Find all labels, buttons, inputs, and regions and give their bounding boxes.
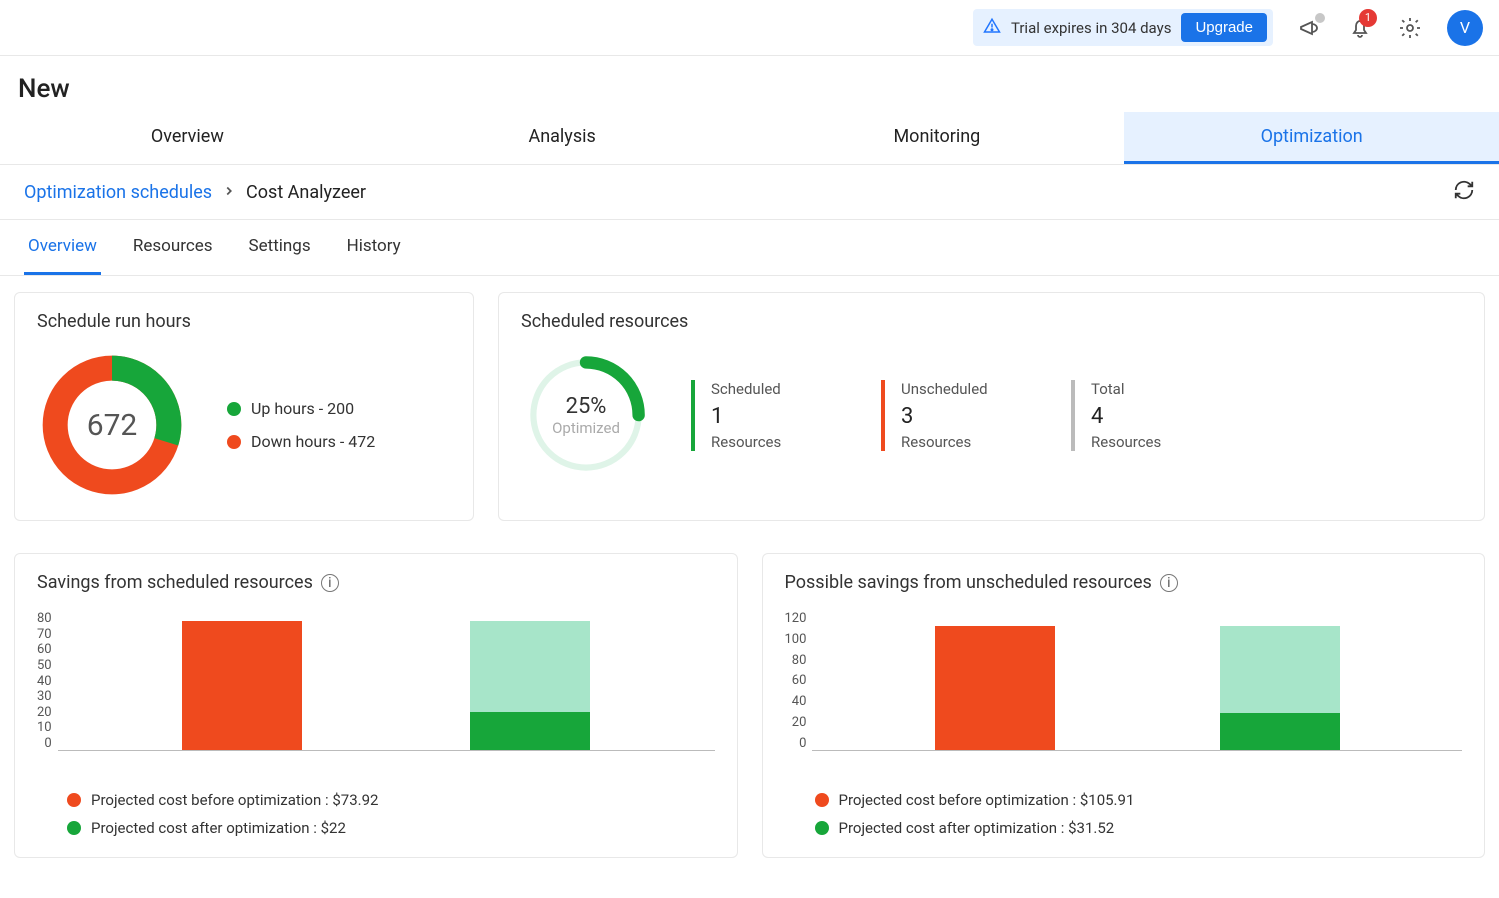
y-axis: 80706050403020100 bbox=[37, 611, 58, 751]
savings-unscheduled-title-text: Possible savings from unscheduled resour… bbox=[785, 572, 1152, 593]
savings-unscheduled-title: Possible savings from unscheduled resour… bbox=[785, 572, 1463, 593]
swatch-green-icon bbox=[227, 402, 241, 416]
stat-total-unit: Resources bbox=[1091, 433, 1221, 451]
bar-seg-after bbox=[470, 712, 590, 750]
savings-scheduled-title: Savings from scheduled resources i bbox=[37, 572, 715, 593]
bar-seg-savings bbox=[1220, 626, 1340, 713]
stat-scheduled-unit: Resources bbox=[711, 433, 841, 451]
legend-up-hours: Up hours - 200 bbox=[227, 399, 375, 418]
notifications-badge: 1 bbox=[1359, 9, 1377, 27]
stat-total: Total 4 Resources bbox=[1071, 380, 1221, 451]
run-hours-title: Schedule run hours bbox=[37, 311, 451, 332]
upgrade-button[interactable]: Upgrade bbox=[1181, 13, 1267, 42]
legend-after-text: Projected cost after optimization : $31.… bbox=[839, 819, 1115, 837]
subtab-overview[interactable]: Overview bbox=[24, 220, 101, 275]
trial-banner: Trial expires in 304 days Upgrade bbox=[973, 9, 1273, 46]
savings-scheduled-title-text: Savings from scheduled resources bbox=[37, 572, 313, 593]
swatch-orange-icon bbox=[67, 793, 81, 807]
run-hours-donut: 672 bbox=[37, 350, 187, 500]
cards-row-1: Schedule run hours 672 Up hours - 200 Do… bbox=[0, 276, 1499, 537]
stat-unscheduled-value: 3 bbox=[901, 404, 1031, 429]
breadcrumb-current: Cost Analyzeer bbox=[246, 182, 366, 203]
cards-row-2: Savings from scheduled resources i 80706… bbox=[0, 537, 1499, 874]
announcements-dot bbox=[1315, 13, 1325, 23]
scheduled-resources-card: Scheduled resources 25% Optimized Schedu… bbox=[498, 292, 1485, 521]
bar-seg-before bbox=[182, 621, 302, 750]
legend-before-text: Projected cost before optimization : $73… bbox=[91, 791, 378, 809]
legend-down-hours: Down hours - 472 bbox=[227, 432, 375, 451]
tab-analysis[interactable]: Analysis bbox=[375, 112, 750, 164]
bar-before bbox=[182, 621, 302, 750]
info-icon[interactable]: i bbox=[1160, 574, 1178, 592]
legend-after: Projected cost after optimization : $22 bbox=[67, 819, 715, 837]
gauge-percent: 25% bbox=[566, 394, 607, 419]
bar-after bbox=[1220, 626, 1340, 750]
bar-before bbox=[935, 626, 1055, 750]
settings-icon[interactable] bbox=[1397, 15, 1423, 41]
breadcrumb-row: Optimization schedules Cost Analyzeer bbox=[0, 165, 1499, 220]
trial-text: Trial expires in 304 days bbox=[1011, 19, 1172, 37]
bar-seg-before bbox=[935, 626, 1055, 750]
tab-optimization[interactable]: Optimization bbox=[1124, 112, 1499, 164]
legend-up-label: Up hours - 200 bbox=[251, 399, 354, 418]
avatar[interactable]: V bbox=[1447, 10, 1483, 46]
y-axis: 120100806040200 bbox=[785, 611, 813, 751]
tab-overview[interactable]: Overview bbox=[0, 112, 375, 164]
page-title: New bbox=[18, 74, 1481, 104]
notifications-icon[interactable]: 1 bbox=[1347, 15, 1373, 41]
scheduled-title: Scheduled resources bbox=[521, 311, 1462, 332]
legend-before: Projected cost before optimization : $73… bbox=[67, 791, 715, 809]
main-tabs: Overview Analysis Monitoring Optimizatio… bbox=[0, 112, 1499, 165]
legend-before: Projected cost before optimization : $10… bbox=[815, 791, 1463, 809]
stat-total-label: Total bbox=[1091, 380, 1221, 398]
run-hours-legend: Up hours - 200 Down hours - 472 bbox=[227, 399, 375, 451]
savings-scheduled-card: Savings from scheduled resources i 80706… bbox=[14, 553, 738, 858]
bar-seg-after bbox=[1220, 713, 1340, 750]
swatch-orange-icon bbox=[227, 435, 241, 449]
sub-tabs: Overview Resources Settings History bbox=[0, 220, 1499, 276]
legend-down-label: Down hours - 472 bbox=[251, 432, 375, 451]
plot-area bbox=[812, 611, 1462, 751]
page-header: New bbox=[0, 56, 1499, 112]
stat-unscheduled: Unscheduled 3 Resources bbox=[881, 380, 1031, 451]
stat-scheduled-value: 1 bbox=[711, 404, 841, 429]
savings-scheduled-legend: Projected cost before optimization : $73… bbox=[37, 791, 715, 837]
savings-unscheduled-legend: Projected cost before optimization : $10… bbox=[785, 791, 1463, 837]
subtab-history[interactable]: History bbox=[343, 220, 405, 275]
stat-total-value: 4 bbox=[1091, 404, 1221, 429]
breadcrumb-parent[interactable]: Optimization schedules bbox=[24, 182, 212, 203]
stat-scheduled: Scheduled 1 Resources bbox=[691, 380, 841, 451]
tab-monitoring[interactable]: Monitoring bbox=[750, 112, 1125, 164]
run-hours-total: 672 bbox=[37, 350, 187, 500]
chevron-right-icon bbox=[222, 182, 236, 203]
savings-unscheduled-chart: 120100806040200 bbox=[785, 611, 1463, 771]
refresh-button[interactable] bbox=[1453, 179, 1475, 205]
breadcrumb: Optimization schedules Cost Analyzeer bbox=[24, 182, 366, 203]
plot-area bbox=[58, 611, 715, 751]
subtab-resources[interactable]: Resources bbox=[129, 220, 217, 275]
announcements-icon[interactable] bbox=[1297, 15, 1323, 41]
warning-icon bbox=[983, 17, 1001, 39]
legend-after-text: Projected cost after optimization : $22 bbox=[91, 819, 346, 837]
stat-scheduled-label: Scheduled bbox=[711, 380, 841, 398]
savings-unscheduled-card: Possible savings from unscheduled resour… bbox=[762, 553, 1486, 858]
legend-before-text: Projected cost before optimization : $10… bbox=[839, 791, 1135, 809]
subtab-settings[interactable]: Settings bbox=[245, 220, 315, 275]
gauge-label: Optimized bbox=[552, 419, 620, 437]
optimized-gauge: 25% Optimized bbox=[521, 350, 651, 480]
swatch-green-icon bbox=[67, 821, 81, 835]
bar-after bbox=[470, 621, 590, 750]
swatch-green-icon bbox=[815, 821, 829, 835]
run-hours-card: Schedule run hours 672 Up hours - 200 Do… bbox=[14, 292, 474, 521]
info-icon[interactable]: i bbox=[321, 574, 339, 592]
legend-after: Projected cost after optimization : $31.… bbox=[815, 819, 1463, 837]
stat-unscheduled-label: Unscheduled bbox=[901, 380, 1031, 398]
swatch-orange-icon bbox=[815, 793, 829, 807]
topbar: Trial expires in 304 days Upgrade 1 V bbox=[0, 0, 1499, 56]
savings-scheduled-chart: 80706050403020100 bbox=[37, 611, 715, 771]
bar-seg-savings bbox=[470, 621, 590, 712]
stat-unscheduled-unit: Resources bbox=[901, 433, 1031, 451]
